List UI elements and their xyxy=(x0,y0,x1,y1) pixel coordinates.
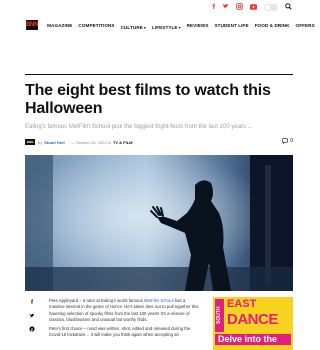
metfilm-school-link[interactable]: MetFilm School xyxy=(144,298,174,303)
chevron-down-icon: ▾ xyxy=(143,25,146,30)
comment-icon xyxy=(282,138,288,144)
search-icon[interactable] xyxy=(285,3,292,12)
dark-mode-toggle[interactable] xyxy=(264,4,278,11)
author-link[interactable]: Stuart Holt xyxy=(44,140,64,145)
author-avatar: BNN xyxy=(25,139,35,145)
hero-illustration xyxy=(25,155,293,291)
paragraph-text: Pete Appleyard – a tutor at Ealing's wor… xyxy=(49,298,144,303)
article-paragraph: Pete's first choice – nosd was written, … xyxy=(49,326,191,338)
south-east-dance-ad[interactable]: SOUTH EAST DANCE Delve into the xyxy=(213,297,293,350)
article-body: Pete Appleyard – a tutor at Ealing's wor… xyxy=(49,298,199,342)
nav-item-culture[interactable]: CULTURE▾ xyxy=(121,16,146,34)
facebook-icon[interactable]: f xyxy=(213,4,215,11)
category-link[interactable]: TV & FILM xyxy=(113,140,133,145)
article-paragraph: Pete Appleyard – a tutor at Ealing's wor… xyxy=(49,298,199,323)
publish-date: — October 26, 2022 in xyxy=(70,139,111,145)
pinterest-icon[interactable]: p xyxy=(25,323,39,335)
site-logo[interactable]: BNN xyxy=(26,20,38,30)
facebook-icon[interactable]: f xyxy=(25,297,39,309)
twitter-icon[interactable] xyxy=(25,310,39,322)
share-bar: f p xyxy=(25,297,39,336)
chevron-down-icon: ▾ xyxy=(178,25,181,30)
twitter-icon[interactable] xyxy=(222,3,229,12)
comments-count[interactable]: 0 xyxy=(282,138,293,144)
nav-item-lifestyle[interactable]: LIFESTYLE▾ xyxy=(152,16,181,34)
ad-south-text: SOUTH xyxy=(215,299,224,332)
main-nav: BNN MAGAZINE COMPETITIONS CULTURE▾ LIFES… xyxy=(26,18,315,32)
meta-by: by xyxy=(38,139,43,145)
nav-item-offers[interactable]: OFFERS xyxy=(296,23,315,28)
youtube-icon[interactable] xyxy=(250,3,257,12)
hero-image xyxy=(25,155,293,291)
nav-item-magazine[interactable]: MAGAZINE xyxy=(47,23,72,28)
title-divider xyxy=(25,74,293,75)
article-title: The eight best films to watch this Hallo… xyxy=(25,82,271,117)
nav-item-student-life[interactable]: STUDENT LIFE xyxy=(215,23,249,28)
comments-number: 0 xyxy=(290,138,293,144)
ad-dance-text: DANCE xyxy=(227,311,278,328)
nav-item-label: CULTURE xyxy=(120,25,143,30)
nav-item-food-drink[interactable]: FOOD & DRINK xyxy=(255,23,290,28)
publish-date-text: October 26, 2022 in xyxy=(75,139,111,145)
article-subtitle: Ealing's famous MetFilm School pick the … xyxy=(25,124,253,130)
nav-item-competitions[interactable]: COMPETITIONS xyxy=(78,23,114,28)
instagram-icon[interactable] xyxy=(236,3,243,12)
social-links: f xyxy=(213,3,292,12)
nav-item-reviews[interactable]: REVIEWS xyxy=(187,23,209,28)
ad-east-text: EAST xyxy=(227,298,257,310)
nav-menu: MAGAZINE COMPETITIONS CULTURE▾ LIFESTYLE… xyxy=(47,16,315,34)
top-bar: f xyxy=(0,0,318,12)
nav-item-label: LIFESTYLE xyxy=(151,25,178,30)
ad-tagline: Delve into the xyxy=(215,334,291,345)
article-meta: BNN by Stuart Holt — October 26, 2022 in… xyxy=(25,138,293,146)
